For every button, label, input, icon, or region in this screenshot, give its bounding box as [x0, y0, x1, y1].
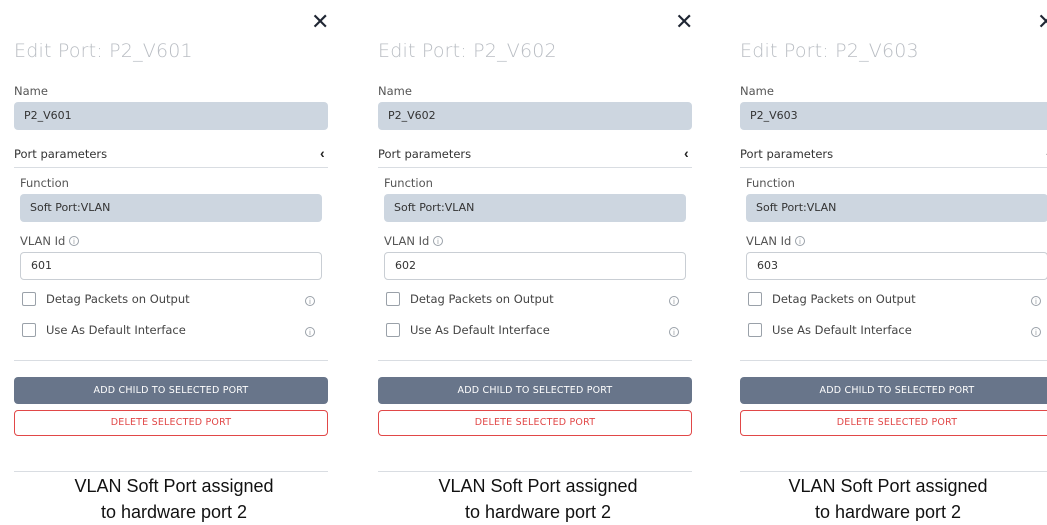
section-label: Port parameters [14, 147, 108, 161]
section-label: Port parameters [378, 147, 472, 161]
edit-port-panel-3: ✕ Edit Port: P2_V603 Name P2_V603 Port p… [740, 0, 1047, 521]
caption-line-2: to hardware port 2 [464, 502, 612, 522]
close-icon[interactable]: ✕ [311, 8, 329, 38]
caption-line-1: VLAN Soft Port assigned [438, 476, 638, 496]
detag-checkbox[interactable] [748, 292, 762, 306]
name-label: Name [740, 84, 774, 98]
close-icon[interactable]: ✕ [675, 8, 693, 38]
info-icon[interactable]: i [795, 236, 805, 246]
default-interface-checkbox[interactable] [22, 323, 36, 337]
detag-label: Detag Packets on Output [46, 292, 190, 306]
function-label: Function [384, 176, 433, 190]
info-icon[interactable]: i [1031, 327, 1041, 337]
vlan-id-input[interactable]: 602 [384, 252, 686, 280]
name-field[interactable]: P2_V601 [14, 102, 328, 130]
panel-title: Edit Port: P2_V603 [740, 40, 919, 62]
caption: VLAN Soft Port assigned to hardware port… [378, 473, 698, 525]
function-field: Soft Port:VLAN [20, 194, 322, 222]
delete-port-button[interactable]: DELETE SELECTED PORT [14, 410, 328, 436]
detag-label: Detag Packets on Output [410, 292, 554, 306]
divider [740, 167, 1047, 168]
vlan-id-input[interactable]: 601 [20, 252, 322, 280]
function-label: Function [20, 176, 69, 190]
divider [378, 471, 692, 472]
caption: VLAN Soft Port assigned to hardware port… [740, 473, 1036, 521]
name-label: Name [378, 84, 412, 98]
default-interface-checkbox[interactable] [748, 323, 762, 337]
caption-line-1: VLAN Soft Port assigned [74, 476, 274, 496]
vlan-id-input[interactable]: 603 [746, 252, 1047, 280]
panel-title: Edit Port: P2_V602 [378, 40, 557, 62]
divider [740, 360, 1047, 361]
caption-line-2: to hardware port 2 [100, 502, 248, 522]
vlan-id-label: VLAN Id [20, 234, 65, 248]
divider [14, 360, 328, 361]
info-icon[interactable]: i [305, 296, 315, 306]
default-interface-label: Use As Default Interface [410, 323, 550, 337]
port-parameters-header[interactable]: Port parameters [14, 147, 328, 165]
divider [378, 360, 692, 361]
info-icon[interactable]: i [1031, 296, 1041, 306]
info-icon[interactable]: i [669, 296, 679, 306]
detag-label: Detag Packets on Output [772, 292, 916, 306]
divider [14, 167, 328, 168]
vlan-id-label: VLAN Id [384, 234, 429, 248]
vlan-id-label: VLAN Id [746, 234, 791, 248]
add-child-button[interactable]: ADD CHILD TO SELECTED PORT [740, 377, 1047, 404]
add-child-button[interactable]: ADD CHILD TO SELECTED PORT [14, 377, 328, 404]
info-icon[interactable]: i [433, 236, 443, 246]
vlan-id-label-text: VLAN Id [384, 234, 430, 248]
section-label: Port parameters [740, 147, 834, 161]
divider [14, 471, 328, 472]
name-field[interactable]: P2_V603 [740, 102, 1047, 130]
divider [740, 471, 1047, 472]
function-field: Soft Port:VLAN [384, 194, 686, 222]
caption-line-1: VLAN Soft Port assigned [788, 476, 988, 496]
divider [378, 167, 692, 168]
close-icon[interactable]: ✕ [1037, 8, 1047, 38]
name-label: Name [14, 84, 48, 98]
port-parameters-header[interactable]: Port parameters [378, 147, 692, 165]
delete-port-button[interactable]: DELETE SELECTED PORT [740, 410, 1047, 436]
detag-checkbox[interactable] [22, 292, 36, 306]
detag-checkbox[interactable] [386, 292, 400, 306]
port-parameters-header[interactable]: Port parameters [740, 147, 1047, 165]
info-icon[interactable]: i [305, 327, 315, 337]
default-interface-label: Use As Default Interface [46, 323, 186, 337]
function-label: Function [746, 176, 795, 190]
name-field[interactable]: P2_V602 [378, 102, 692, 130]
caption-line-2: to hardware port 2 [814, 502, 962, 521]
delete-port-button[interactable]: DELETE SELECTED PORT [378, 410, 692, 436]
edit-port-panel-2: ✕ Edit Port: P2_V602 Name P2_V602 Port p… [378, 0, 698, 522]
caption: VLAN Soft Port assigned to hardware port… [14, 473, 334, 525]
add-child-button[interactable]: ADD CHILD TO SELECTED PORT [378, 377, 692, 404]
default-interface-checkbox[interactable] [386, 323, 400, 337]
edit-port-panel-1: ✕ Edit Port: P2_V601 Name P2_V601 Port p… [14, 0, 334, 522]
info-icon[interactable]: i [669, 327, 679, 337]
info-icon[interactable]: i [69, 236, 79, 246]
function-field: Soft Port:VLAN [746, 194, 1047, 222]
chevron-left-icon[interactable]: ‹ [684, 145, 689, 161]
default-interface-label: Use As Default Interface [772, 323, 912, 337]
vlan-id-label-text: VLAN Id [746, 234, 792, 248]
panel-title: Edit Port: P2_V601 [14, 40, 193, 62]
chevron-left-icon[interactable]: ‹ [320, 145, 325, 161]
vlan-id-label-text: VLAN Id [20, 234, 66, 248]
